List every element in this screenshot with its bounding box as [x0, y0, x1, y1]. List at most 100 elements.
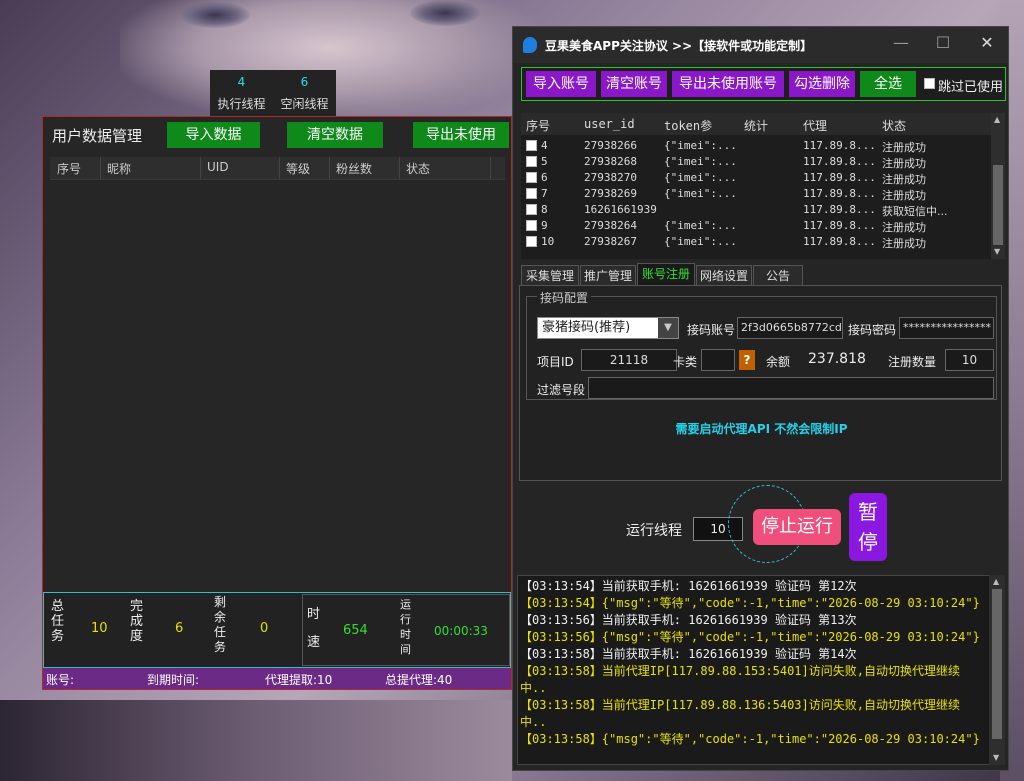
tab-promote[interactable]: 推广管理	[580, 265, 636, 285]
speed-runtime-box: 时速 654 运行时间 00:00:33	[302, 594, 510, 666]
log-line: 【03:13:58】当前代理IP[117.89.88.136:5403]访问失败…	[520, 698, 960, 712]
row-checkbox[interactable]	[526, 220, 537, 231]
pause-button[interactable]: 暂停	[849, 493, 887, 561]
row-checkbox[interactable]	[526, 140, 537, 151]
log-scroll-up-icon[interactable]: ▲	[993, 577, 999, 586]
reg-count-input[interactable]: 10	[945, 349, 994, 371]
log-scrollbar[interactable]: ▲ ▼	[989, 575, 1005, 765]
scroll-up-icon[interactable]: ▲	[994, 115, 1000, 124]
log-line: 【03:13:58】{"msg":"等待","code":-1,"time":"…	[520, 732, 980, 746]
cell-uid: 27938266	[584, 139, 637, 152]
row-checkbox[interactable]	[526, 236, 537, 247]
user-data-panel: 用户数据管理 导入数据 清空数据 导出未使用 序号 昵称 UID 等级 粉丝数 …	[42, 116, 512, 690]
cell-token: {"imei":...	[664, 155, 737, 168]
table-row[interactable]: 5 27938268 {"imei":... 117.89.8... 注册成功	[521, 154, 993, 170]
log-line: 【03:13:58】当前代理IP[117.89.88.153:5401]访问失败…	[520, 664, 960, 678]
tab-register[interactable]: 账号注册	[637, 263, 695, 285]
th-user-id[interactable]: user_id	[584, 117, 635, 131]
sms-platform-select[interactable]: 豪猪接码(推荐) ▼	[537, 317, 679, 339]
run-threads-label: 运行线程	[626, 523, 682, 539]
row-checkbox[interactable]	[526, 172, 537, 183]
log-scroll-thumb[interactable]	[992, 589, 1002, 739]
export-unused-accounts-button[interactable]: 导出未使用账号	[672, 71, 784, 97]
col-status[interactable]: 状态	[406, 160, 430, 177]
filter-label: 过滤号段	[537, 383, 586, 397]
select-all-button[interactable]: 全选	[860, 71, 916, 97]
table-row[interactable]: 9 27938264 {"imei":... 117.89.8... 注册成功	[521, 218, 993, 234]
cell-status: 注册成功	[882, 237, 926, 250]
scroll-down-icon[interactable]: ▼	[994, 247, 1000, 256]
scroll-thumb[interactable]	[993, 165, 1003, 245]
tab-network[interactable]: 网络设置	[696, 265, 752, 285]
table-row[interactable]: 10 27938267 {"imei":... 117.89.8... 注册成功	[521, 234, 993, 250]
filter-input[interactable]	[588, 377, 994, 399]
chevron-down-icon[interactable]: ▼	[658, 318, 678, 338]
row-checkbox[interactable]	[526, 156, 537, 167]
cell-uid: 27938270	[584, 171, 637, 184]
card-type-label: 卡类	[673, 355, 698, 369]
sms-account-input[interactable]: 2f3d0665b8772cded	[737, 317, 843, 339]
cell-token: {"imei":...	[664, 171, 737, 184]
th-stats[interactable]: 统计	[744, 117, 768, 134]
card-type-input[interactable]	[701, 349, 735, 371]
sms-config-group: 接码配置 豪猪接码(推荐) ▼ 接码账号 2f3d0665b8772cded 接…	[526, 289, 997, 400]
col-uid[interactable]: UID	[207, 160, 229, 174]
cell-token: {"imei":...	[664, 235, 737, 248]
col-level[interactable]: 等级	[286, 160, 310, 177]
cell-proxy: 117.89.8...	[803, 235, 876, 248]
thread-counters: 4 执行线程 6 空闲线程	[210, 70, 336, 116]
delete-checked-button[interactable]: 勾选删除	[789, 71, 855, 97]
th-index[interactable]: 序号	[526, 117, 550, 134]
done-label: 完成度	[130, 599, 144, 644]
sms-password-input[interactable]: ****************	[899, 317, 994, 339]
export-unused-button[interactable]: 导出未使用	[413, 122, 509, 148]
exec-threads: 4 执行线程	[210, 70, 273, 116]
close-icon[interactable]: ✕	[975, 33, 999, 55]
th-status[interactable]: 状态	[882, 117, 906, 134]
cell-no: 4	[541, 139, 548, 152]
maximize-icon[interactable]: ☐	[931, 33, 955, 55]
row-checkbox[interactable]	[526, 188, 537, 199]
skip-used-checkbox[interactable]	[924, 78, 935, 89]
import-accounts-button[interactable]: 导入账号	[526, 71, 596, 97]
clear-accounts-button[interactable]: 清空账号	[601, 71, 667, 97]
runtime-value: 00:00:33	[434, 624, 488, 638]
clear-data-button[interactable]: 清空数据	[287, 122, 383, 148]
row-checkbox[interactable]	[526, 204, 537, 215]
exec-threads-label: 执行线程	[217, 97, 266, 111]
cell-no: 6	[541, 171, 548, 184]
speed-label: 时速	[307, 607, 321, 650]
account-table-scrollbar[interactable]: ▲ ▼	[991, 113, 1005, 259]
background-bottom	[0, 700, 512, 781]
col-fans[interactable]: 粉丝数	[336, 160, 372, 177]
cell-status: 注册成功	[882, 189, 926, 202]
stop-button[interactable]: 停止运行	[753, 509, 841, 545]
tab-announcement[interactable]: 公告	[753, 265, 803, 285]
project-id-input[interactable]: 21118	[581, 349, 677, 371]
remain-label: 剩余任务	[214, 595, 227, 654]
help-icon[interactable]: ?	[739, 350, 755, 370]
log-scroll-down-icon[interactable]: ▼	[993, 753, 999, 762]
table-row[interactable]: 8 16261661939 117.89.8... 获取短信中...	[521, 202, 993, 218]
cell-token: {"imei":...	[664, 187, 737, 200]
table-row[interactable]: 4 27938266 {"imei":... 117.89.8... 注册成功	[521, 138, 993, 154]
sms-platform-value: 豪猪接码(推荐)	[542, 320, 631, 335]
minimize-icon[interactable]: —	[889, 33, 913, 55]
th-proxy[interactable]: 代理	[803, 117, 827, 134]
project-id-label: 项目ID	[537, 355, 574, 369]
cell-no: 7	[541, 187, 548, 200]
table-row[interactable]: 6 27938270 {"imei":... 117.89.8... 注册成功	[521, 170, 993, 186]
th-token[interactable]: token参	[664, 117, 712, 134]
tab-collect[interactable]: 采集管理	[521, 265, 579, 285]
exec-threads-count: 4	[237, 75, 246, 89]
runtime-label: 运行时间	[400, 598, 411, 656]
task-stats: 总任务 10 完成度 6 剩余任务 0 时速 654 运行时间 00:00:33	[43, 592, 511, 668]
col-index[interactable]: 序号	[57, 160, 81, 177]
import-data-button[interactable]: 导入数据	[167, 122, 260, 148]
speed-value: 654	[343, 623, 368, 638]
table-row[interactable]: 7 27938269 {"imei":... 117.89.8... 注册成功	[521, 186, 993, 202]
background-eye-right	[410, 0, 480, 26]
idle-threads-label: 空闲线程	[280, 97, 329, 111]
reg-count-label: 注册数量	[888, 355, 937, 369]
col-nickname[interactable]: 昵称	[107, 160, 131, 177]
